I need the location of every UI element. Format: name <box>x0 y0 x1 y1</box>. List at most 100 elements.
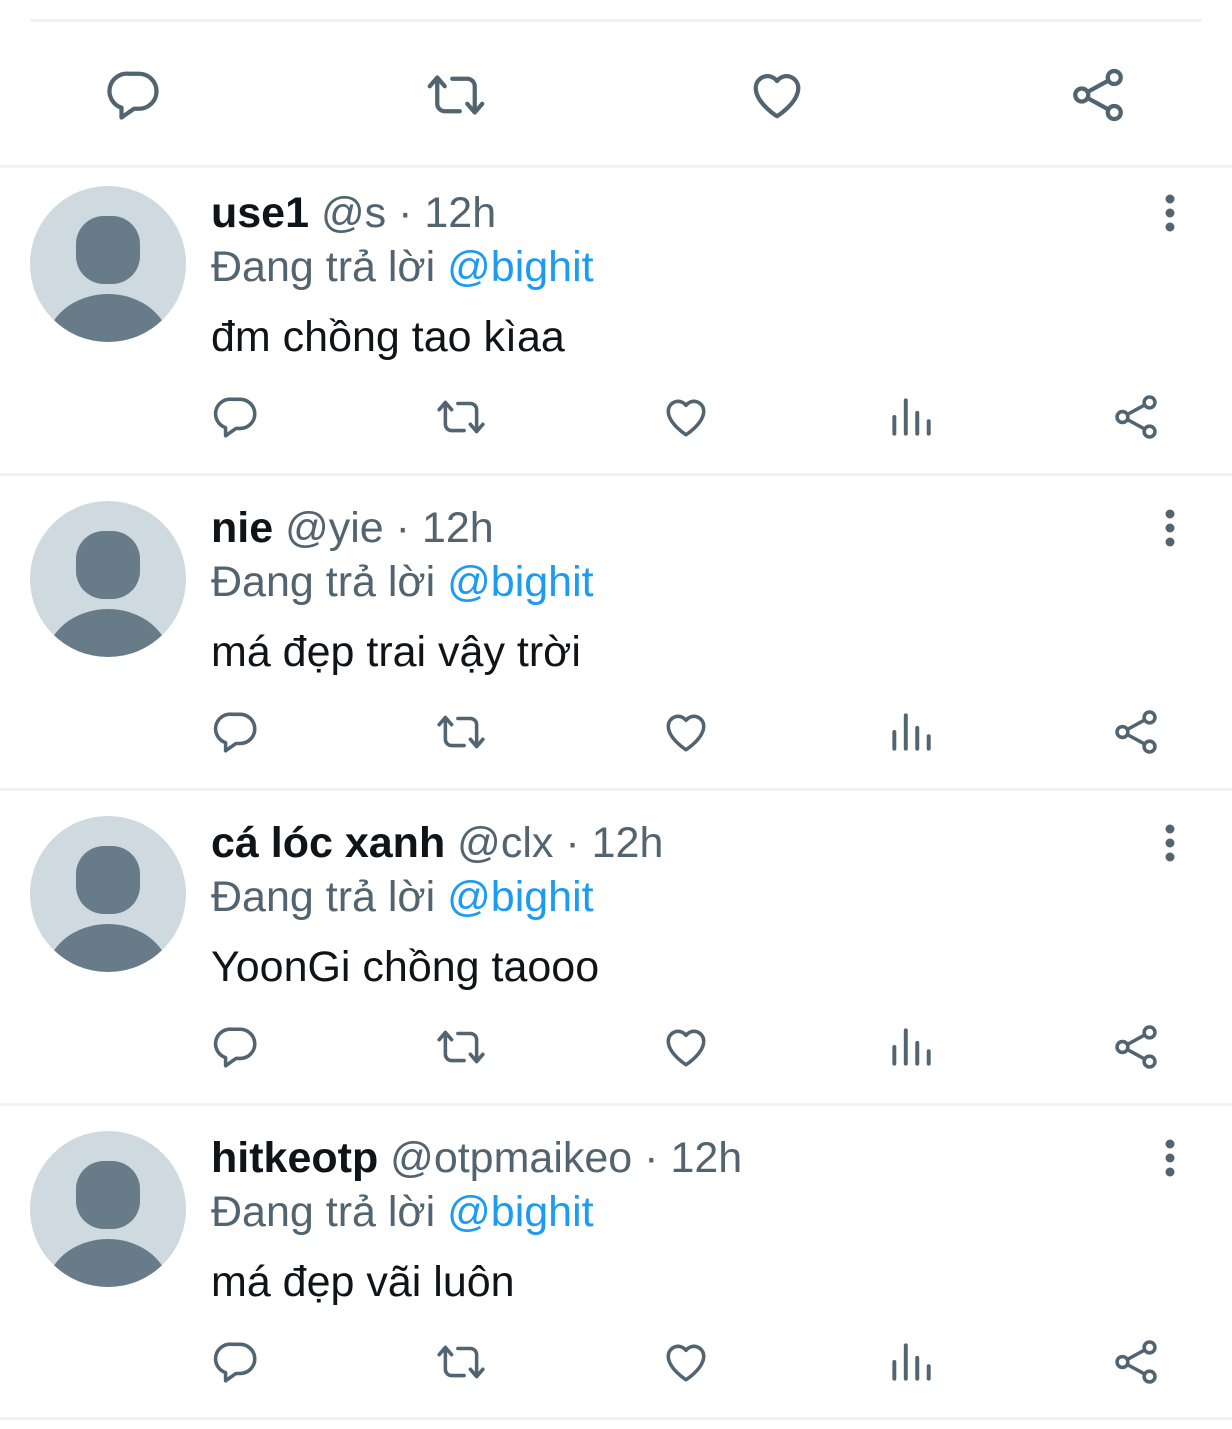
like-icon <box>666 1029 706 1067</box>
share-button[interactable] <box>1111 1337 1161 1387</box>
retweet-icon <box>437 1345 485 1379</box>
display-name[interactable]: cá lóc xanh <box>211 819 445 867</box>
like-button[interactable] <box>661 1337 711 1387</box>
replying-to-line: Đang trả lời @bighit <box>211 241 594 293</box>
like-button[interactable] <box>661 392 711 442</box>
separator-dot: · <box>644 1134 659 1182</box>
default-profile-icon <box>46 1161 170 1287</box>
main-tweet-action-bar <box>0 22 1232 165</box>
mention-link[interactable]: @bighit <box>447 873 593 921</box>
replying-to-line: Đang trả lời @bighit <box>211 1186 594 1238</box>
vertical-dots-icon <box>1165 824 1175 862</box>
replying-to-label: Đang trả lời <box>211 1188 436 1236</box>
tweet-text: má đẹp trai vậy trời <box>211 628 581 676</box>
reply-icon <box>107 71 159 120</box>
user-handle[interactable]: @yie <box>285 504 384 552</box>
avatar[interactable] <box>30 186 186 342</box>
retweet-icon <box>437 715 485 749</box>
timestamp[interactable]: 12h <box>424 189 496 237</box>
vertical-dots-icon <box>1165 1139 1175 1177</box>
share-button[interactable] <box>1111 707 1161 757</box>
share-icon <box>1115 395 1157 439</box>
divider <box>0 1417 1232 1420</box>
reply-icon <box>213 1342 257 1383</box>
divider <box>0 788 1232 791</box>
user-handle[interactable]: @otpmaikeo <box>390 1134 632 1182</box>
share-button[interactable] <box>1111 1022 1161 1072</box>
reply-button[interactable] <box>211 1337 261 1387</box>
analytics-button[interactable] <box>886 392 936 442</box>
tweet-header: hitkeotp @otpmaikeo · 12h <box>211 1132 742 1184</box>
share-button[interactable] <box>1111 392 1161 442</box>
share-icon <box>1115 710 1157 754</box>
main-like-button[interactable] <box>747 65 807 125</box>
timestamp[interactable]: 12h <box>592 819 664 867</box>
like-button[interactable] <box>661 1022 711 1072</box>
mention-link[interactable]: @bighit <box>447 1188 593 1236</box>
like-icon <box>666 1344 706 1382</box>
retweet-button[interactable] <box>436 392 486 442</box>
analytics-icon <box>892 713 931 751</box>
replying-to-line: Đang trả lời @bighit <box>211 871 594 923</box>
share-icon <box>1073 68 1123 122</box>
like-button[interactable] <box>661 707 711 757</box>
retweet-icon <box>437 1030 485 1064</box>
retweet-button[interactable] <box>436 1337 486 1387</box>
vertical-dots-icon <box>1165 194 1175 232</box>
retweet-icon <box>427 75 485 115</box>
mention-link[interactable]: @bighit <box>447 243 593 291</box>
reply-icon <box>213 397 257 438</box>
more-options-button[interactable] <box>1150 187 1190 239</box>
avatar[interactable] <box>30 1131 186 1287</box>
reply-tweet[interactable]: cá lóc xanh @clx · 12h Đang trả lời @big… <box>0 797 1232 1109</box>
vertical-dots-icon <box>1165 509 1175 547</box>
retweet-button[interactable] <box>436 707 486 757</box>
tweet-text: đm chồng tao kìaa <box>211 313 565 361</box>
tweet-header: cá lóc xanh @clx · 12h <box>211 817 663 869</box>
default-profile-icon <box>46 531 170 657</box>
default-profile-icon <box>46 216 170 342</box>
display-name[interactable]: nie <box>211 504 273 552</box>
reply-button[interactable] <box>211 392 261 442</box>
like-icon <box>753 74 801 119</box>
analytics-icon <box>892 1028 931 1066</box>
more-options-button[interactable] <box>1150 817 1190 869</box>
main-share-button[interactable] <box>1068 65 1128 125</box>
like-icon <box>666 714 706 752</box>
reply-tweet[interactable]: hitkeotp @otpmaikeo · 12h Đang trả lời @… <box>0 1112 1232 1424</box>
analytics-button[interactable] <box>886 1022 936 1072</box>
share-icon <box>1115 1025 1157 1069</box>
user-handle[interactable]: @s <box>321 189 386 237</box>
timestamp[interactable]: 12h <box>422 504 494 552</box>
analytics-icon <box>892 1343 931 1381</box>
analytics-icon <box>892 398 931 436</box>
analytics-button[interactable] <box>886 707 936 757</box>
main-retweet-button[interactable] <box>426 65 486 125</box>
main-reply-button[interactable] <box>104 65 164 125</box>
mention-link[interactable]: @bighit <box>447 558 593 606</box>
reply-tweet[interactable]: use1 @s · 12h Đang trả lời @bighit đm ch… <box>0 167 1232 479</box>
tweet-text: YoonGi chồng taooo <box>211 943 600 991</box>
default-profile-icon <box>46 846 170 972</box>
like-icon <box>666 399 706 437</box>
retweet-button[interactable] <box>436 1022 486 1072</box>
user-handle[interactable]: @clx <box>457 819 553 867</box>
reply-button[interactable] <box>211 707 261 757</box>
replying-to-label: Đang trả lời <box>211 558 436 606</box>
avatar[interactable] <box>30 501 186 657</box>
display-name[interactable]: hitkeotp <box>211 1134 378 1182</box>
reply-icon <box>213 1027 257 1068</box>
reply-icon <box>213 712 257 753</box>
more-options-button[interactable] <box>1150 502 1190 554</box>
avatar[interactable] <box>30 816 186 972</box>
timestamp[interactable]: 12h <box>670 1134 742 1182</box>
more-options-button[interactable] <box>1150 1132 1190 1184</box>
analytics-button[interactable] <box>886 1337 936 1387</box>
display-name[interactable]: use1 <box>211 189 309 237</box>
reply-button[interactable] <box>211 1022 261 1072</box>
separator-dot: · <box>395 504 410 552</box>
reply-tweet[interactable]: nie @yie · 12h Đang trả lời @bighit má đ… <box>0 482 1232 794</box>
tweet-header: use1 @s · 12h <box>211 187 496 239</box>
retweet-icon <box>437 400 485 434</box>
share-icon <box>1115 1340 1157 1384</box>
